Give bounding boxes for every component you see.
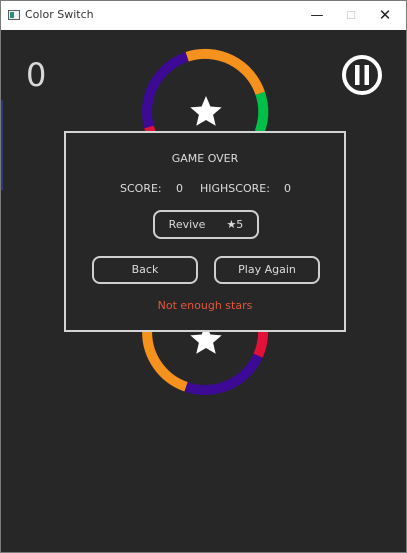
game-window: Color Switch — ☐ ✕ 0 GAME OVER SCORE: 0 … xyxy=(0,0,407,553)
window-title: Color Switch xyxy=(25,8,94,21)
top-ring-purple-segment xyxy=(142,52,189,129)
bottom-ring-orange-segment xyxy=(142,330,188,392)
score-label: SCORE: xyxy=(120,182,162,195)
minimize-button[interactable]: — xyxy=(300,1,334,30)
pause-icon xyxy=(342,55,382,95)
back-button[interactable]: Back xyxy=(92,256,198,284)
top-ring-green-segment xyxy=(254,91,269,134)
bottom-ring-purple-segment xyxy=(184,353,263,395)
top-ring-orange-segment xyxy=(185,48,265,96)
highscore-value: 0 xyxy=(284,182,291,195)
title-bar[interactable]: Color Switch — ☐ ✕ xyxy=(1,1,406,30)
star-icon xyxy=(190,96,222,126)
revive-button[interactable]: Revive ★5 xyxy=(153,210,259,239)
play-again-button[interactable]: Play Again xyxy=(214,256,320,284)
highscore-label: HIGHSCORE: xyxy=(200,182,270,195)
pause-button[interactable] xyxy=(341,54,383,96)
game-over-dialog: GAME OVER SCORE: 0 HIGHSCORE: 0 Revive ★… xyxy=(64,131,346,332)
not-enough-stars-message: Not enough stars xyxy=(157,299,253,312)
score-value: 0 xyxy=(176,182,183,195)
game-over-title: GAME OVER xyxy=(171,152,239,165)
app-icon xyxy=(8,10,20,20)
score-counter: 0 xyxy=(26,56,47,94)
revive-cost: ★5 xyxy=(226,218,244,231)
revive-label: Revive xyxy=(168,218,206,231)
close-button[interactable]: ✕ xyxy=(368,1,402,30)
bottom-ring-red-segment xyxy=(253,328,269,358)
game-canvas[interactable]: 0 GAME OVER SCORE: 0 HIGHSCORE: 0 Revive… xyxy=(1,30,406,552)
maximize-button[interactable]: ☐ xyxy=(334,1,368,30)
